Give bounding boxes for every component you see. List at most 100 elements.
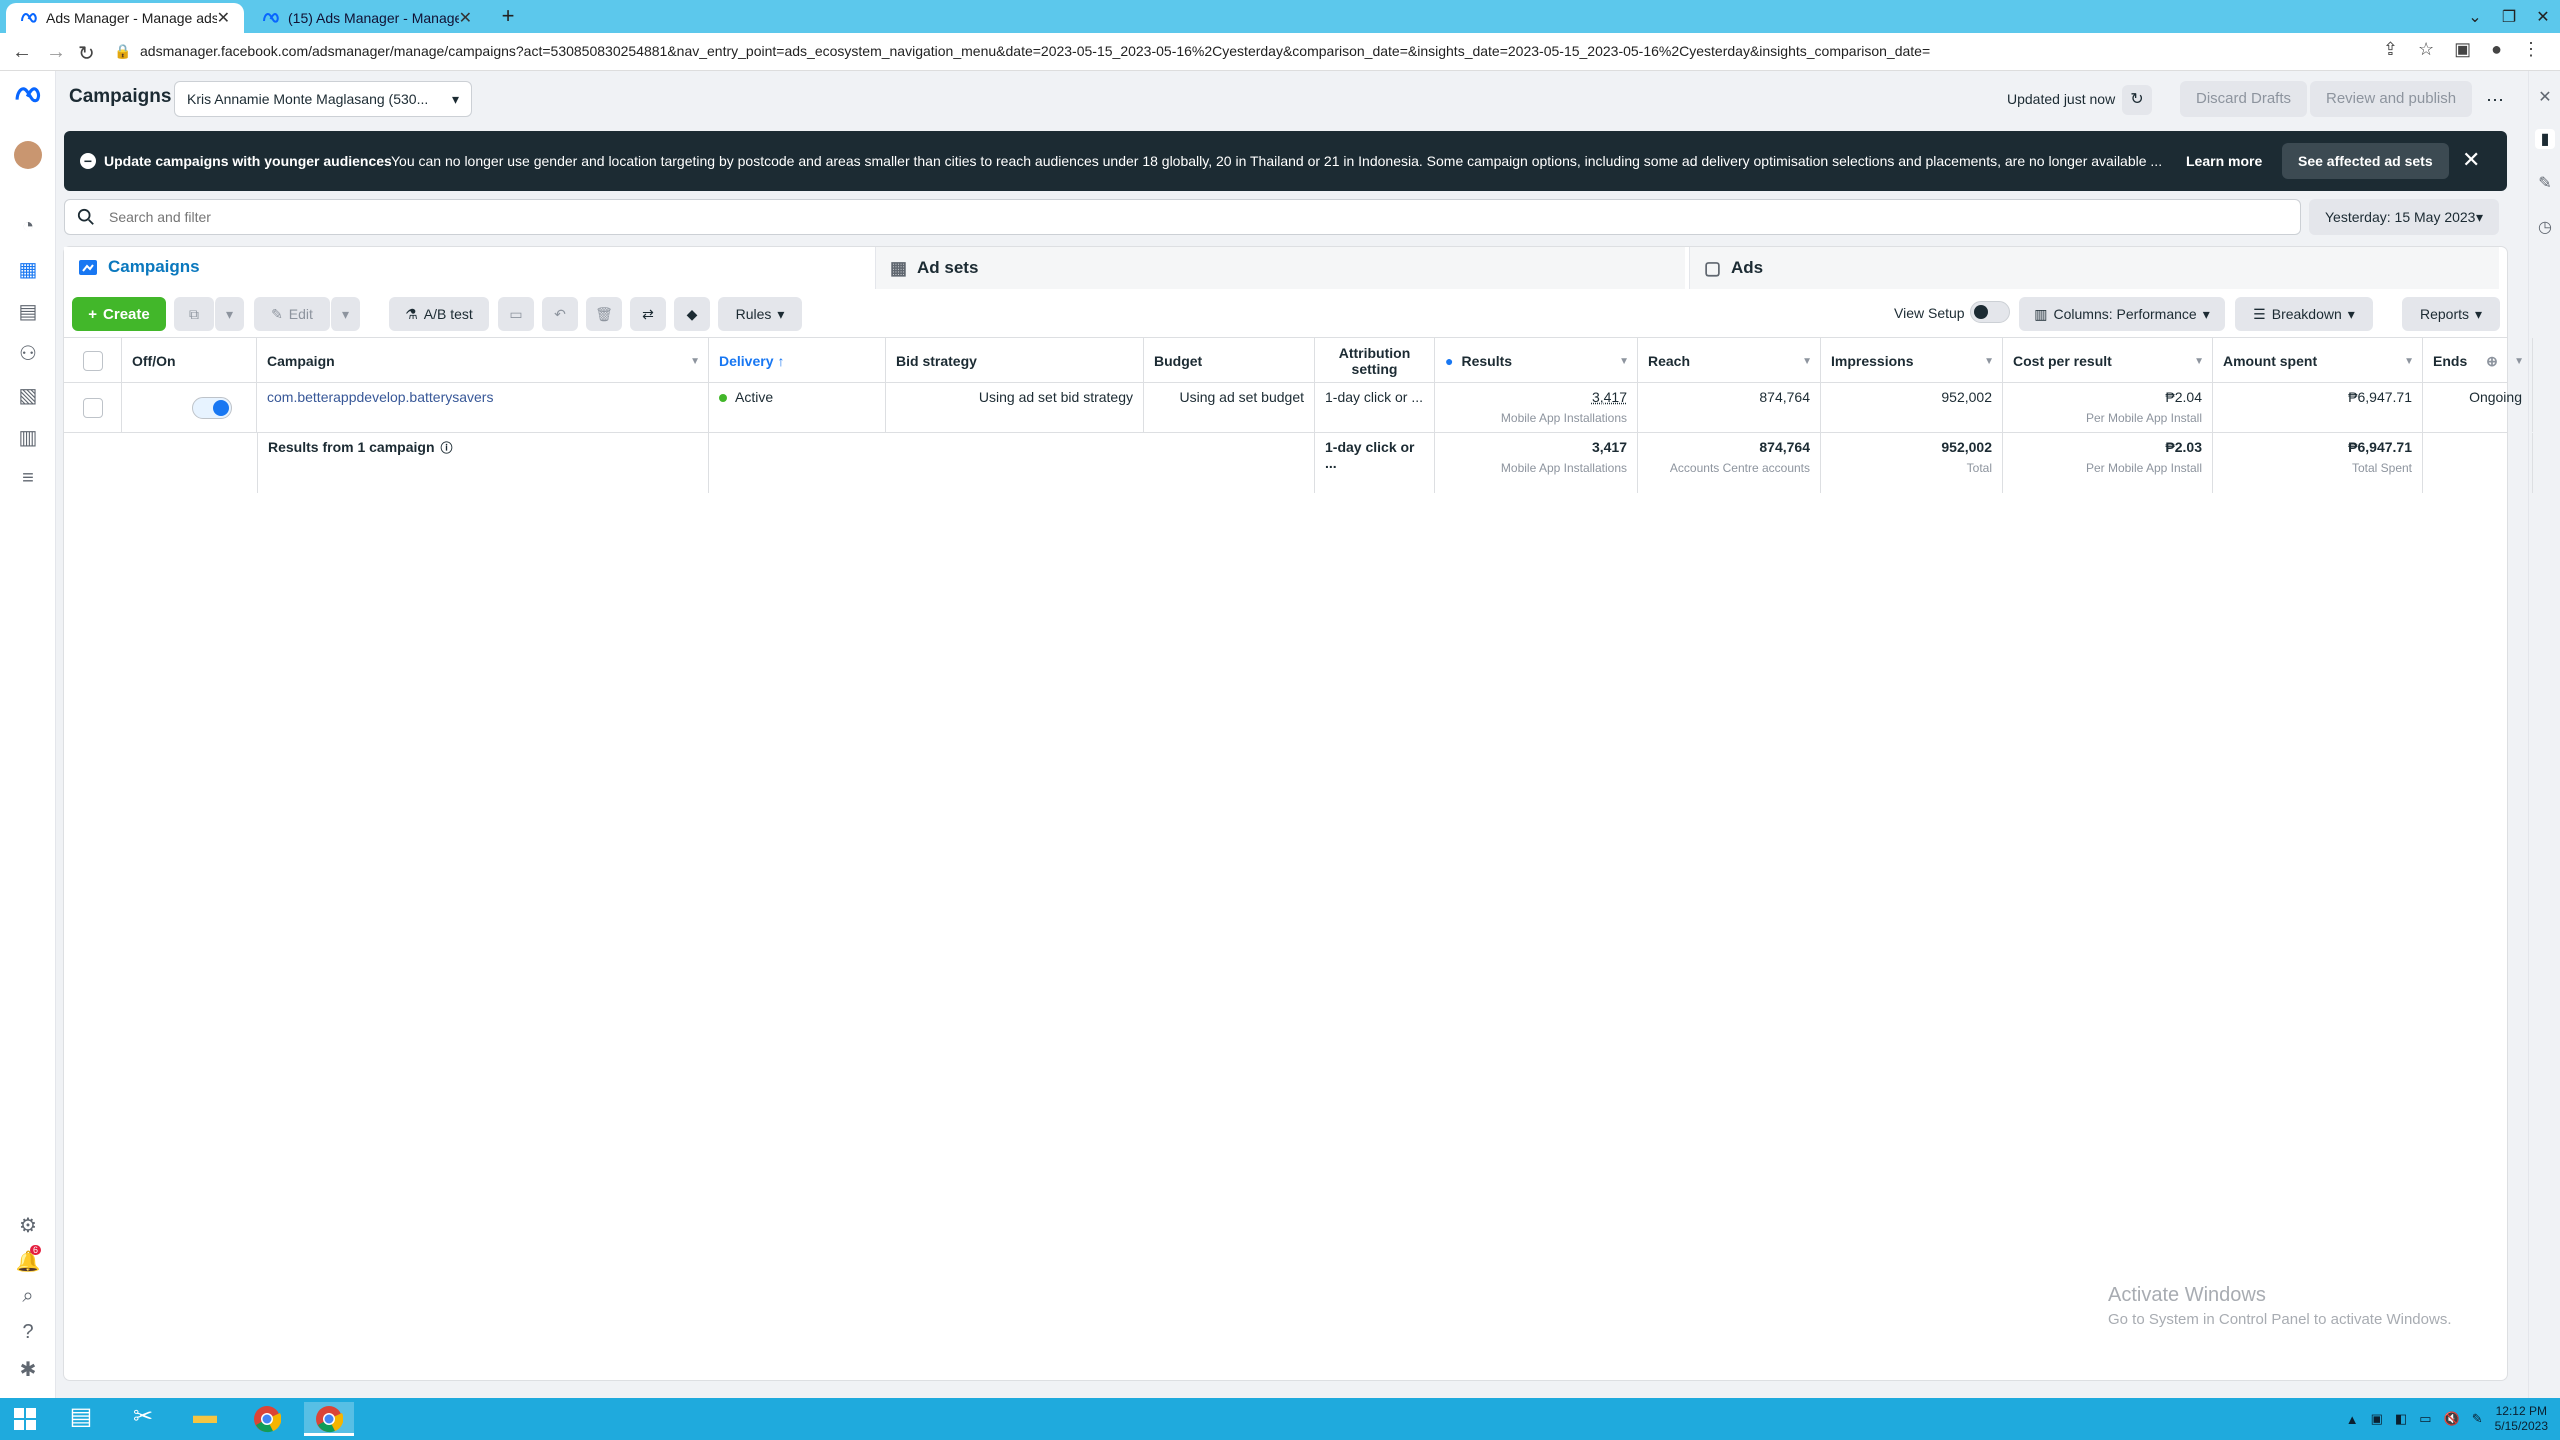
browser-tab[interactable]: (15) Ads Manager - Manage ads ✕	[248, 3, 486, 33]
dashboard-gauge-icon[interactable]: ◔	[14, 215, 42, 243]
reload-icon[interactable]: ↻	[78, 41, 95, 66]
date-range-picker[interactable]: Yesterday: 15 May 2023 ▾	[2309, 199, 2499, 235]
duplicate-icon[interactable]: ⧉	[174, 297, 214, 331]
campaign-name-link[interactable]: com.betterappdevelop.batterysavers	[267, 389, 493, 405]
sidebar-icon[interactable]: ▣	[2454, 39, 2471, 60]
forward-icon[interactable]: →	[46, 41, 66, 64]
tab-campaigns[interactable]: Campaigns	[64, 247, 871, 289]
profile-icon[interactable]: ●	[2491, 39, 2502, 60]
system-clock[interactable]: 12:12 PM 5/15/2023	[2495, 1404, 2548, 1434]
bid-strategy-cell: Using ad set bid strategy	[886, 383, 1144, 432]
restore-icon[interactable]: ❐	[2492, 7, 2526, 27]
tab-ads[interactable]: ▢ Ads	[1689, 247, 2499, 289]
lock-icon[interactable]: 🔒	[114, 43, 131, 60]
clipboard-icon[interactable]: ▭	[498, 297, 534, 331]
reports-button[interactable]: Reports ▾	[2402, 297, 2500, 331]
windows-start-icon[interactable]	[0, 1402, 50, 1436]
col-results[interactable]: ● Results ▼	[1435, 338, 1638, 384]
learn-more-link[interactable]: Learn more	[2186, 153, 2262, 169]
col-campaign[interactable]: Campaign ▼	[257, 338, 709, 384]
tab-search-icon[interactable]: ⌄	[2458, 7, 2492, 27]
file-manager-icon[interactable]: ▤	[56, 1402, 106, 1436]
col-delivery[interactable]: Delivery ↑	[709, 338, 886, 384]
results-value[interactable]: 3,417	[1445, 389, 1627, 405]
edit-pencil-icon[interactable]: ✎	[2535, 173, 2555, 193]
tab-close-icon[interactable]: ✕	[217, 8, 230, 28]
rules-button[interactable]: Rules ▾	[718, 297, 802, 331]
col-amount-spent[interactable]: Amount spent ▼	[2213, 338, 2423, 384]
tab-close-icon[interactable]: ✕	[459, 8, 472, 28]
create-button[interactable]: + Create	[72, 297, 166, 331]
catalog-icon[interactable]: ▥	[14, 425, 42, 453]
breakdown-button[interactable]: ☰ Breakdown ▾	[2235, 297, 2373, 331]
search-input[interactable]	[109, 207, 1909, 227]
language-icon[interactable]: ✎	[2472, 1411, 2483, 1427]
history-clock-icon[interactable]: ◷	[2535, 217, 2555, 237]
screenshot-tool-icon[interactable]: ✂	[118, 1402, 168, 1436]
edit-dropdown-icon[interactable]: ▾	[330, 297, 360, 331]
close-banner-icon[interactable]: ✕	[2462, 147, 2480, 173]
tray-app-icon[interactable]: ▣	[2371, 1411, 2383, 1427]
table-row[interactable]: com.betterappdevelop.batterysavers Activ…	[64, 383, 2533, 433]
export-icon[interactable]: ⇄	[630, 297, 666, 331]
add-column-icon[interactable]: ⊕	[2477, 338, 2507, 384]
col-cost-per-result[interactable]: Cost per result ▼	[2003, 338, 2213, 384]
all-tools-icon[interactable]: ≡	[14, 467, 42, 495]
search-icon[interactable]: ⌕	[14, 1285, 42, 1313]
columns-button[interactable]: ▥ Columns: Performance ▾	[2019, 297, 2225, 331]
row-checkbox[interactable]	[82, 397, 103, 418]
chrome-active-icon[interactable]	[304, 1402, 354, 1436]
col-attribution[interactable]: Attribution setting	[1315, 338, 1435, 384]
col-bid-strategy[interactable]: Bid strategy	[886, 338, 1144, 384]
col-budget[interactable]: Budget	[1144, 338, 1315, 384]
folder-icon[interactable]: ▬	[180, 1402, 230, 1436]
chevron-down-icon: ▾	[777, 305, 785, 322]
col-reach[interactable]: Reach ▼	[1638, 338, 1821, 384]
select-all-checkbox[interactable]	[82, 351, 103, 371]
refresh-icon[interactable]: ↻	[2122, 85, 2152, 115]
duplicate-dropdown-icon[interactable]: ▾	[214, 297, 244, 331]
chrome-icon[interactable]	[242, 1402, 292, 1436]
col-impressions[interactable]: Impressions ▼	[1821, 338, 2003, 384]
close-icon[interactable]: ✕	[2535, 87, 2555, 107]
undo-icon[interactable]: ↶	[542, 297, 578, 331]
discard-drafts-button[interactable]: Discard Drafts	[2180, 81, 2308, 117]
help-icon[interactable]: ?	[14, 1321, 42, 1349]
volume-icon[interactable]: 🔇	[2444, 1411, 2460, 1427]
tab-adsets[interactable]: ▦ Ad sets	[875, 247, 1685, 289]
pages-icon[interactable]: ▤	[14, 299, 42, 327]
url-field[interactable]: adsmanager.facebook.com/adsmanager/manag…	[140, 43, 1930, 59]
more-options-icon[interactable]: ⋯	[2480, 85, 2510, 115]
view-setup-toggle[interactable]	[1970, 301, 2010, 323]
see-affected-button[interactable]: See affected ad sets	[2282, 143, 2449, 179]
bug-report-icon[interactable]: ✱	[14, 1357, 42, 1385]
audiences-icon[interactable]: ⚇	[14, 341, 42, 369]
col-offon[interactable]: Off/On	[122, 338, 257, 384]
tray-app-icon[interactable]: ◧	[2395, 1411, 2407, 1427]
info-icon[interactable]: ⓘ	[441, 441, 453, 455]
avatar[interactable]	[14, 141, 42, 169]
browser-tab-active[interactable]: Ads Manager - Manage ads - Ca ✕	[6, 3, 244, 33]
tray-chevron-up-icon[interactable]: ▲	[2346, 1412, 2359, 1427]
delete-trash-icon[interactable]: 🗑	[586, 297, 622, 331]
campaign-on-toggle[interactable]	[192, 397, 232, 419]
network-icon[interactable]: ▭	[2419, 1411, 2431, 1427]
ab-test-button[interactable]: ⚗ A/B test	[389, 297, 489, 331]
search-filter-bar[interactable]	[64, 199, 2301, 235]
account-selector[interactable]: Kris Annamie Monte Maglasang (530... ▾	[174, 81, 472, 117]
review-publish-button[interactable]: Review and publish	[2310, 81, 2473, 117]
new-tab-button[interactable]: +	[496, 5, 520, 28]
meta-logo-icon[interactable]	[14, 85, 42, 113]
media-library-icon[interactable]: ▧	[14, 383, 42, 411]
charts-icon[interactable]: ▮	[2535, 129, 2555, 149]
back-icon[interactable]: ←	[12, 41, 32, 64]
edit-button[interactable]: ✎ Edit	[254, 297, 330, 331]
notifications-bell-icon[interactable]: 🔔 6	[14, 1245, 42, 1277]
settings-gear-icon[interactable]: ⚙	[14, 1213, 42, 1241]
share-icon[interactable]: ⇪	[2383, 39, 2398, 60]
tag-icon[interactable]: ◆	[674, 297, 710, 331]
menu-dots-icon[interactable]: ⋮	[2522, 39, 2540, 60]
close-window-icon[interactable]: ✕	[2526, 7, 2560, 27]
bookmark-star-icon[interactable]: ☆	[2418, 39, 2434, 60]
campaigns-table-icon[interactable]: ▦	[14, 257, 42, 285]
